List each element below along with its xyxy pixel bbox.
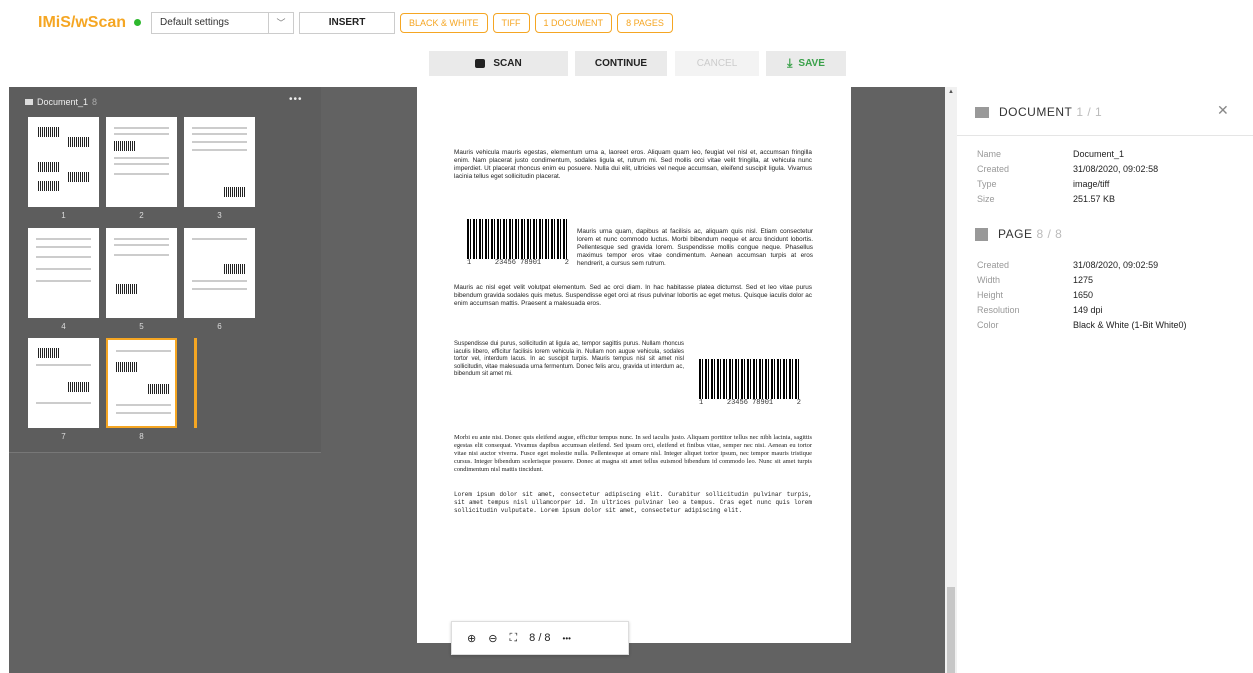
save-label: SAVE [798, 58, 825, 69]
page-section-title: PAGE [998, 227, 1033, 241]
detail-row: Type image/tiff [977, 179, 1110, 189]
top-bar: IMiS/wScan Default settings ﹀ INSERT BLA… [0, 0, 1253, 45]
save-button[interactable]: ⤓ SAVE [766, 51, 846, 76]
detail-row: Width 1275 [977, 275, 1094, 285]
scrollbar-thumb[interactable] [947, 587, 955, 673]
app-logo: IMiS/wScan [38, 13, 127, 31]
detail-row: Resolution 149 dpi [977, 305, 1103, 315]
chip-format[interactable]: TIFF [492, 12, 530, 33]
preview-background [851, 87, 945, 673]
insert-position-indicator [194, 338, 197, 428]
scan-label: SCAN [493, 58, 522, 69]
scroll-up-icon[interactable]: ▲ [948, 89, 954, 95]
barcode-1-mid: 23456 78901 [494, 259, 542, 267]
preview-scrollbar[interactable]: ▲ [945, 87, 957, 673]
details-panel: DOCUMENT 1 / 1 ✕ Name Document_1 Created 3… [957, 87, 1253, 673]
detail-row: Color Black & White (1-Bit White0) [977, 320, 1187, 330]
page-number-4: 4 [61, 322, 66, 331]
document-section-header: DOCUMENT 1 / 1 [975, 105, 1102, 119]
barcode-image-1: 1 23456 78901 2 [467, 219, 569, 267]
chip-color-mode[interactable]: BLACK & WHITE [400, 12, 488, 33]
download-icon: ⤓ [787, 56, 793, 70]
barcode-1-right: 2 [564, 259, 569, 267]
zoom-out-icon[interactable]: ⊖ [488, 632, 497, 645]
page-thumbnail-3[interactable] [184, 117, 255, 207]
page-thumbnail-2[interactable] [106, 117, 177, 207]
chevron-down-icon[interactable]: ﹀ [268, 12, 293, 33]
page-thumbnail-8[interactable] [106, 338, 177, 428]
chip-pages[interactable]: 8 PAGES [617, 12, 673, 33]
document-panel: Document_1 8 ••• 1 2 3 4 5 6 7 8 [9, 87, 417, 673]
page-number-3: 3 [217, 211, 222, 220]
page-thumbnail-7[interactable] [28, 338, 99, 428]
status-indicator-icon [134, 19, 142, 26]
document-page-count: 8 [92, 97, 98, 107]
page-number-5: 5 [139, 322, 144, 331]
barcode-2-left: 1 [699, 399, 704, 407]
more-options-icon[interactable]: ••• [289, 94, 303, 105]
barcode-2-mid: 23456 78901 [726, 399, 774, 407]
document-section-title: DOCUMENT [999, 105, 1073, 119]
profile-select[interactable]: Default settings ﹀ [151, 11, 295, 34]
document-name: Document_1 [37, 97, 89, 107]
folder-icon [25, 99, 33, 105]
folder-icon [975, 106, 989, 118]
page-thumbnail-4[interactable] [28, 228, 99, 318]
page-section-counter: 8 / 8 [1036, 227, 1063, 241]
page-section-header: PAGE 8 / 8 [975, 227, 1062, 241]
page-preview[interactable]: Mauris vehicula mauris egestas, elementu… [417, 87, 851, 643]
page-thumbnail-6[interactable] [184, 228, 255, 318]
chip-documents[interactable]: 1 DOCUMENT [534, 12, 613, 33]
page-indicator: 8 / 8 [529, 632, 551, 644]
continue-button[interactable]: CONTINUE [575, 51, 667, 76]
zoom-in-icon[interactable]: ⊕ [467, 632, 476, 645]
preview-paragraph-2: Mauris urna quam, dapibus at facilisis a… [577, 228, 813, 267]
insert-button[interactable]: INSERT [299, 11, 396, 34]
page-thumbnail-1[interactable] [28, 117, 99, 207]
preview-paragraph-1: Mauris vehicula mauris egestas, elementu… [454, 149, 812, 180]
preview-paragraph-6: Lorem ipsum dolor sit amet, consectetur … [454, 491, 812, 514]
page-number-7: 7 [61, 432, 66, 441]
scan-button[interactable]: SCAN [429, 51, 568, 76]
detail-row: Size 251.57 KB [977, 194, 1116, 204]
page-number-1: 1 [61, 211, 66, 220]
preview-paragraph-3: Mauris ac nisl eget velit volutpat eleme… [454, 284, 812, 307]
close-icon[interactable]: ✕ [1217, 102, 1229, 119]
camera-icon [475, 59, 486, 68]
detail-row: Name Document_1 [977, 149, 1125, 159]
fit-page-icon[interactable]: ⛶ [509, 632, 517, 645]
divider [957, 135, 1253, 136]
preview-paragraph-5: Morbi eu ante nisi. Donec quis eleifend … [454, 434, 812, 473]
page-number-6: 6 [217, 322, 222, 331]
cancel-button[interactable]: CANCEL [675, 51, 759, 76]
more-options-icon[interactable]: ••• [563, 634, 571, 643]
zoom-toolbar: ⊕ ⊖ ⛶ 8 / 8 ••• [451, 621, 629, 655]
detail-row: Created 31/08/2020, 09:02:59 [977, 260, 1159, 270]
barcode-2-right: 2 [796, 399, 801, 407]
document-thumbnails: Document_1 8 ••• 1 2 3 4 5 6 7 8 [9, 87, 321, 453]
profile-select-value: Default settings [160, 17, 229, 28]
document-header[interactable]: Document_1 8 [25, 97, 97, 107]
preview-paragraph-4: Suspendisse dui purus, sollicitudin at l… [454, 341, 684, 378]
page-number-2: 2 [139, 211, 144, 220]
page-thumbnail-5[interactable] [106, 228, 177, 318]
image-icon [975, 227, 988, 241]
barcode-1-left: 1 [467, 259, 472, 267]
detail-row: Height 1650 [977, 290, 1094, 300]
page-number-8: 8 [139, 432, 144, 441]
detail-row: Created 31/08/2020, 09:02:58 [977, 164, 1159, 174]
document-section-counter: 1 / 1 [1076, 105, 1103, 119]
barcode-image-2: 1 23456 78901 2 [699, 359, 801, 407]
